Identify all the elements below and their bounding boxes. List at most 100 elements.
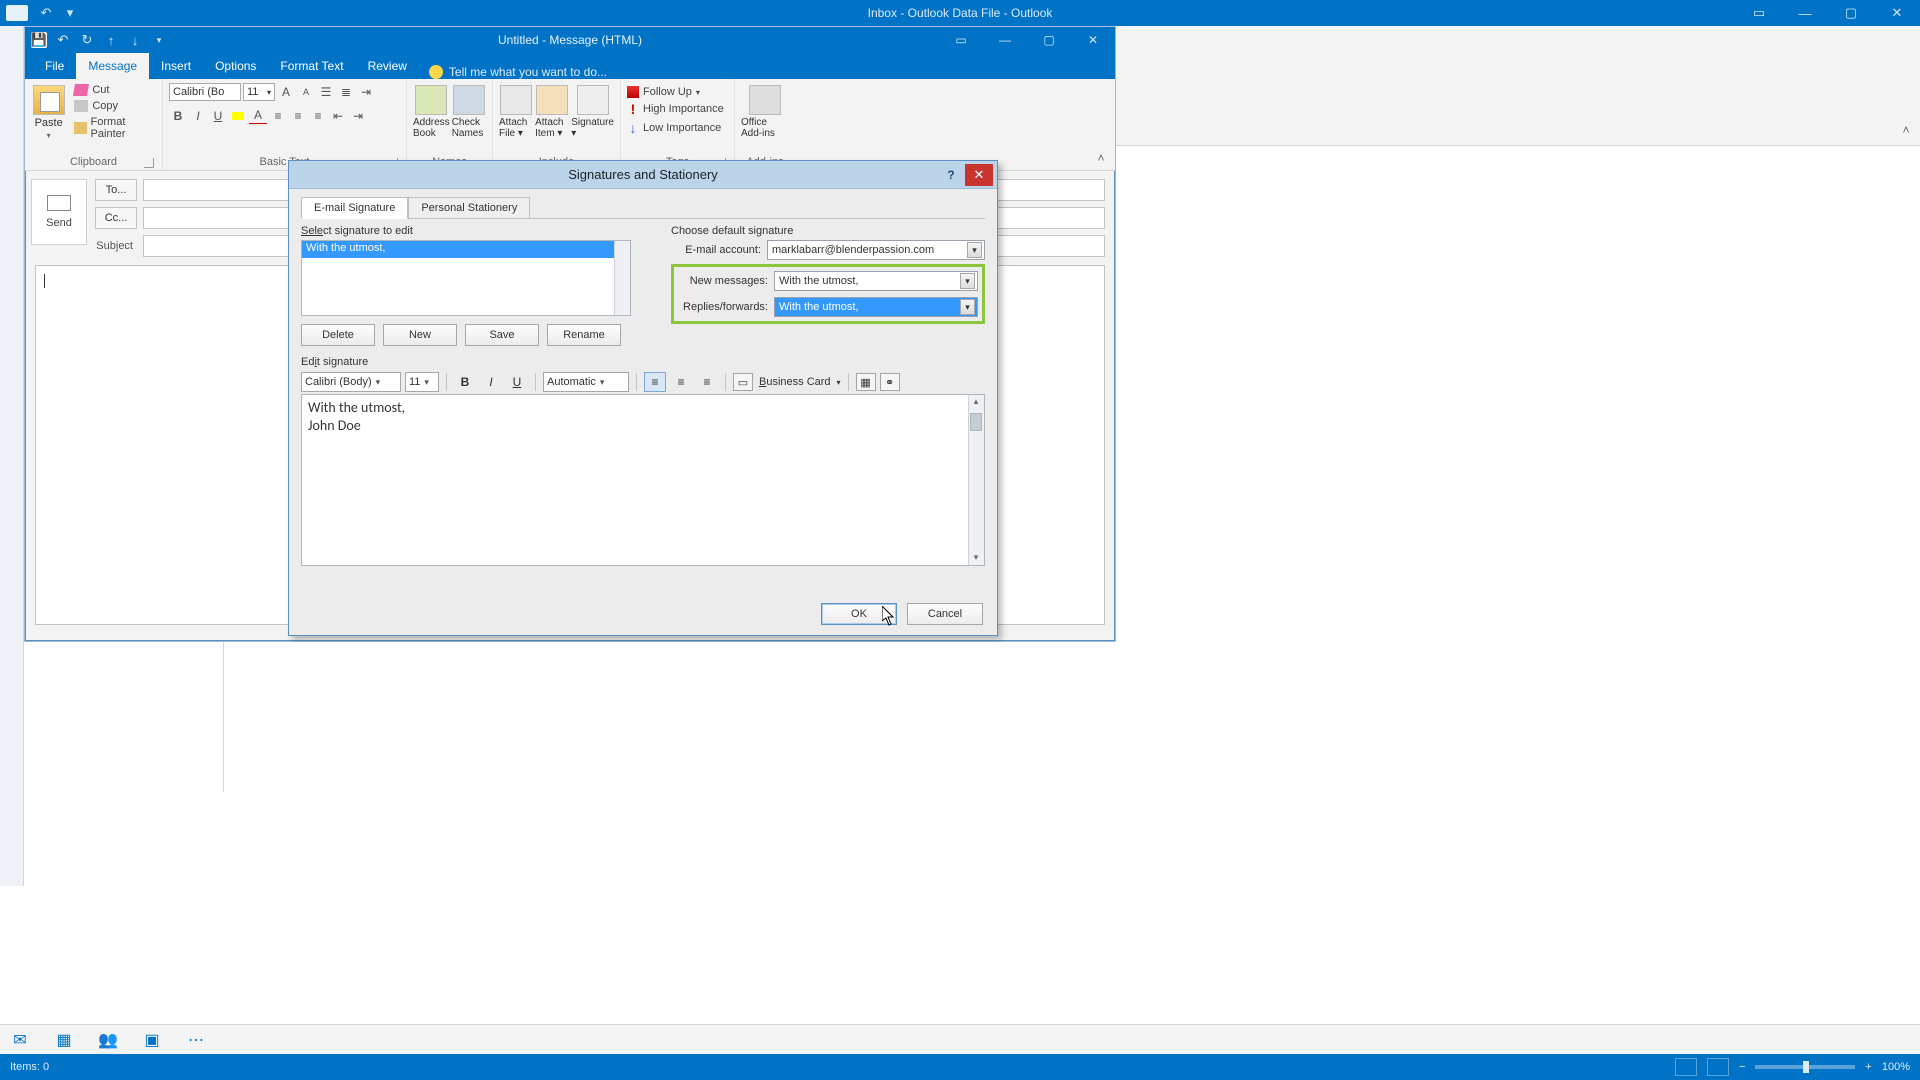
- sig-align-center-button[interactable]: ≡: [670, 372, 692, 392]
- indent-icon[interactable]: ⇥: [357, 83, 375, 101]
- font-color-icon[interactable]: A: [249, 107, 267, 125]
- dialog-launcher-icon[interactable]: [144, 158, 154, 168]
- ok-button[interactable]: OK: [821, 603, 897, 625]
- attach-file-button[interactable]: Attach File ▾: [499, 83, 533, 139]
- decrease-indent-icon[interactable]: ⇤: [329, 107, 347, 125]
- zoom-in-icon[interactable]: +: [1865, 1061, 1871, 1073]
- new-messages-combo[interactable]: With the utmost,▾: [774, 271, 978, 291]
- qat-undo-icon[interactable]: ↶: [55, 32, 71, 48]
- help-icon[interactable]: ?: [939, 165, 963, 185]
- tab-personal-stationery[interactable]: Personal Stationery: [408, 197, 530, 218]
- sig-underline-button[interactable]: U: [506, 372, 528, 392]
- office-addins-button[interactable]: Office Add-ins: [741, 83, 789, 139]
- scroll-thumb[interactable]: [970, 413, 982, 431]
- qat-undo-icon[interactable]: ↶: [37, 4, 55, 22]
- signature-button[interactable]: Signature ▾: [571, 83, 614, 139]
- qat-customize-icon[interactable]: ▾: [151, 32, 167, 48]
- sig-align-right-button[interactable]: ≡: [696, 372, 718, 392]
- tab-review[interactable]: Review: [356, 53, 419, 79]
- collapse-ribbon-icon[interactable]: ˄: [1093, 150, 1109, 166]
- message-list-pane[interactable]: [24, 642, 224, 792]
- qat-customize-icon[interactable]: ▾: [61, 4, 79, 22]
- shrink-font-icon[interactable]: A: [297, 83, 315, 101]
- font-combo[interactable]: Calibri (Bo: [169, 83, 241, 101]
- collapse-ribbon-icon[interactable]: ˄: [1898, 122, 1914, 138]
- calendar-icon[interactable]: ▦: [54, 1030, 74, 1050]
- maximize-icon[interactable]: ▢: [1828, 0, 1874, 26]
- sig-size-combo[interactable]: 11▾: [405, 372, 439, 392]
- chevron-down-icon[interactable]: ▾: [837, 378, 841, 387]
- insert-picture-icon[interactable]: ▦: [856, 373, 876, 391]
- minimize-icon[interactable]: —: [983, 27, 1027, 53]
- align-center-icon[interactable]: ≡: [289, 107, 307, 125]
- signature-editor[interactable]: With the utmost, John Doe ▴ ▾: [301, 394, 985, 566]
- copy-button[interactable]: Copy: [72, 99, 156, 113]
- people-icon[interactable]: 👥: [98, 1030, 118, 1050]
- send-button[interactable]: Send: [31, 179, 87, 245]
- ribbon-options-icon[interactable]: ▭: [1736, 0, 1782, 26]
- italic-button[interactable]: I: [189, 107, 207, 125]
- low-importance-button[interactable]: ↓Low Importance: [627, 119, 721, 137]
- address-book-button[interactable]: Address Book: [413, 83, 450, 139]
- scroll-down-icon[interactable]: ▾: [970, 551, 982, 565]
- tab-insert[interactable]: Insert: [149, 53, 203, 79]
- signature-list-item[interactable]: With the utmost,: [302, 241, 630, 258]
- zoom-level[interactable]: 100%: [1882, 1061, 1910, 1073]
- cancel-button[interactable]: Cancel: [907, 603, 983, 625]
- email-account-combo[interactable]: marklabarr@blenderpassion.com▾: [767, 240, 985, 260]
- sig-color-combo[interactable]: Automatic▾: [543, 372, 629, 392]
- scroll-up-icon[interactable]: ▴: [970, 395, 982, 409]
- ribbon-options-icon[interactable]: ▭: [939, 27, 983, 53]
- highlight-icon[interactable]: [229, 107, 247, 125]
- tab-options[interactable]: Options: [203, 53, 268, 79]
- reading-pane[interactable]: [224, 642, 1920, 792]
- replies-forwards-combo[interactable]: With the utmost,▾: [774, 297, 978, 317]
- zoom-out-icon[interactable]: −: [1739, 1061, 1745, 1073]
- format-painter-button[interactable]: Format Painter: [72, 115, 156, 141]
- save-button[interactable]: Save: [465, 324, 539, 346]
- to-button[interactable]: To...: [95, 179, 137, 201]
- close-icon[interactable]: ✕: [1874, 0, 1920, 26]
- align-left-icon[interactable]: ≡: [269, 107, 287, 125]
- tasks-icon[interactable]: ▣: [142, 1030, 162, 1050]
- mail-icon[interactable]: ✉: [10, 1030, 30, 1050]
- tab-format-text[interactable]: Format Text: [268, 53, 355, 79]
- delete-button[interactable]: Delete: [301, 324, 375, 346]
- underline-button[interactable]: U: [209, 107, 227, 125]
- font-size-combo[interactable]: 11▾: [243, 83, 275, 101]
- check-names-button[interactable]: Check Names: [452, 83, 486, 139]
- qat-down-icon[interactable]: ↓: [127, 32, 143, 48]
- business-card-label[interactable]: Business Card: [759, 376, 831, 388]
- sig-italic-button[interactable]: I: [480, 372, 502, 392]
- sig-align-left-button[interactable]: ≡: [644, 372, 666, 392]
- align-right-icon[interactable]: ≡: [309, 107, 327, 125]
- increase-indent-icon[interactable]: ⇥: [349, 107, 367, 125]
- business-card-icon[interactable]: ▭: [733, 373, 753, 391]
- zoom-slider[interactable]: [1755, 1065, 1855, 1069]
- minimize-icon[interactable]: —: [1782, 0, 1828, 26]
- attach-item-button[interactable]: Attach Item ▾: [535, 83, 569, 139]
- high-importance-button[interactable]: !High Importance: [627, 100, 724, 118]
- maximize-icon[interactable]: ▢: [1027, 27, 1071, 53]
- signature-list[interactable]: With the utmost,: [301, 240, 631, 316]
- follow-up-button[interactable]: Follow Up▾: [627, 85, 700, 99]
- more-icon[interactable]: ⋯: [186, 1030, 206, 1050]
- dialog-title-bar[interactable]: Signatures and Stationery ? ✕: [289, 161, 997, 189]
- sig-font-combo[interactable]: Calibri (Body)▾: [301, 372, 401, 392]
- close-icon[interactable]: ✕: [1071, 27, 1115, 53]
- bullets-icon[interactable]: ☰: [317, 83, 335, 101]
- grow-font-icon[interactable]: A: [277, 83, 295, 101]
- sig-bold-button[interactable]: B: [454, 372, 476, 392]
- view-reading-icon[interactable]: [1707, 1058, 1729, 1076]
- tab-message[interactable]: Message: [76, 53, 149, 79]
- close-icon[interactable]: ✕: [965, 164, 993, 186]
- bold-button[interactable]: B: [169, 107, 187, 125]
- qat-save-icon[interactable]: 💾: [31, 32, 47, 48]
- scrollbar[interactable]: [614, 241, 630, 315]
- qat-redo-icon[interactable]: ↻: [79, 32, 95, 48]
- numbering-icon[interactable]: ≣: [337, 83, 355, 101]
- tell-me[interactable]: Tell me what you want to do...: [419, 65, 607, 79]
- cc-button[interactable]: Cc...: [95, 207, 137, 229]
- new-button[interactable]: New: [383, 324, 457, 346]
- insert-link-icon[interactable]: ⚭: [880, 373, 900, 391]
